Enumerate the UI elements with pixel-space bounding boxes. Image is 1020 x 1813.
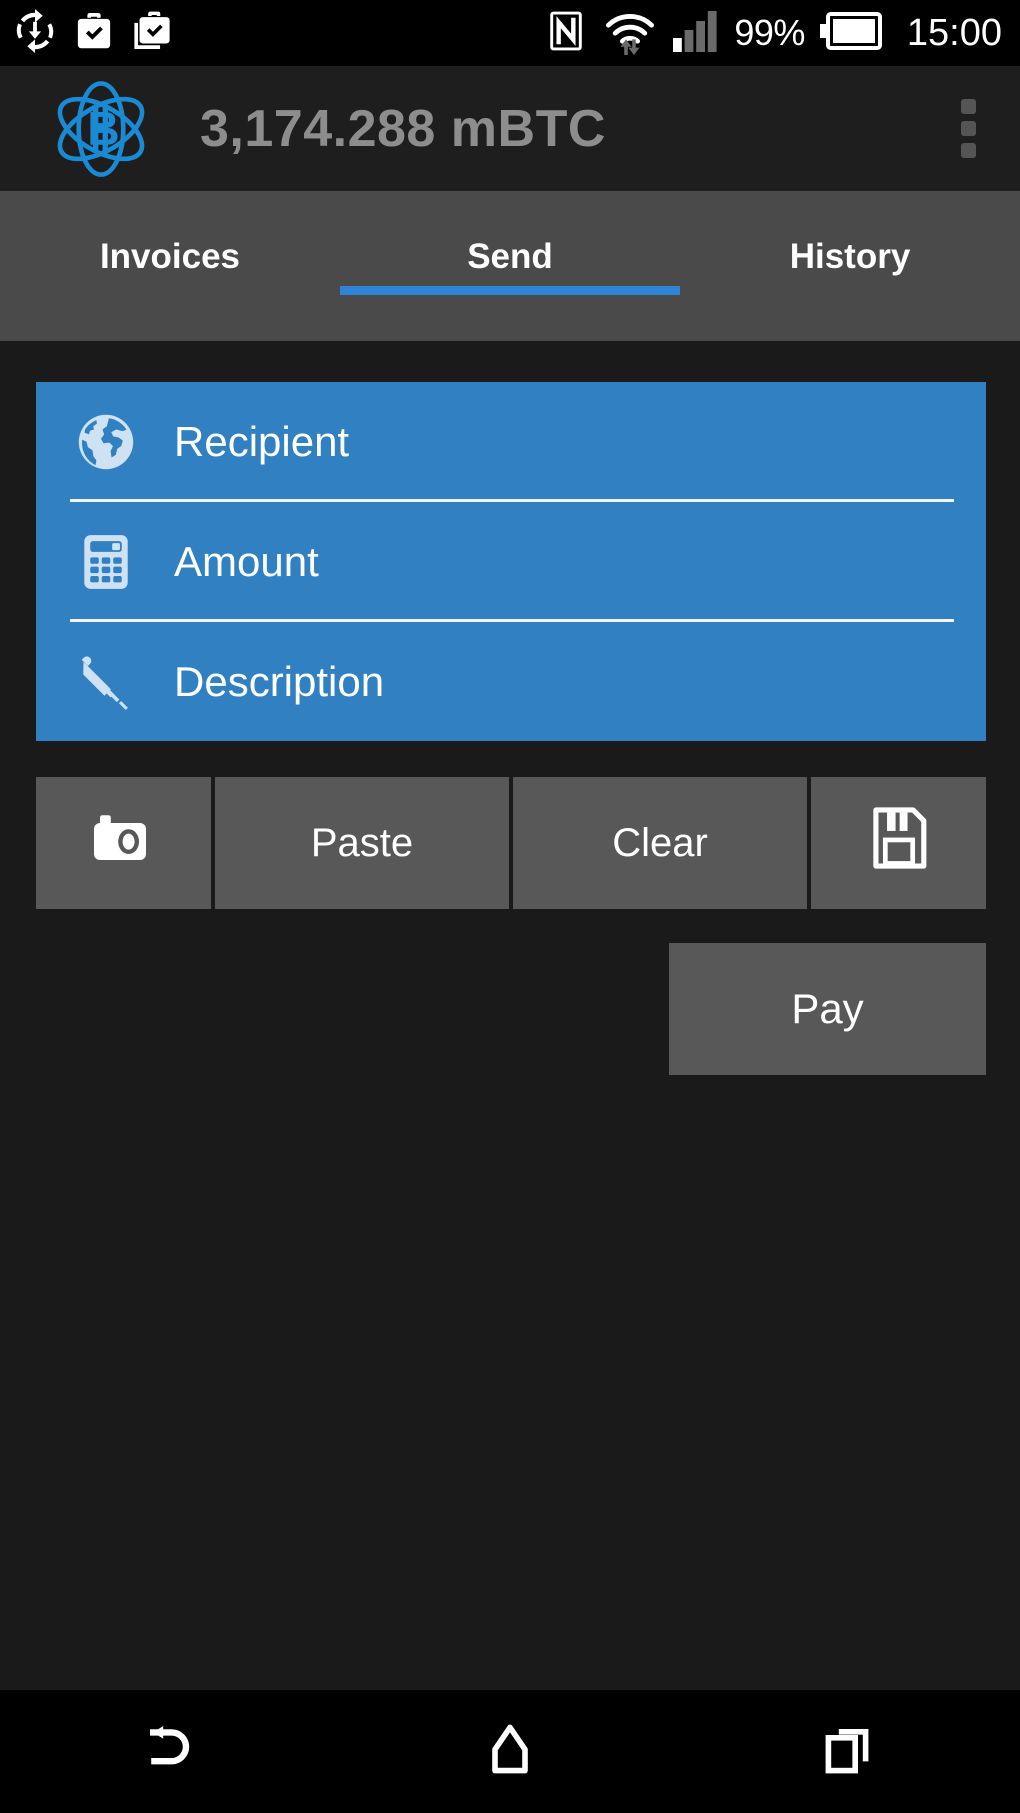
tab-send[interactable]: Send: [340, 191, 680, 341]
home-button[interactable]: [420, 1690, 600, 1813]
calculator-icon: [66, 531, 146, 593]
battery-percent-label: 99%: [734, 12, 805, 53]
battery-full-icon: [819, 11, 883, 56]
wifi-transfer-icon: [602, 6, 658, 61]
recipient-field-label: Recipient: [174, 418, 350, 465]
globe-icon: [66, 410, 146, 474]
nfc-icon: [544, 9, 588, 58]
system-nav-bar: [0, 1690, 1020, 1813]
tab-invoices-label: Invoices: [99, 237, 241, 276]
recents-button[interactable]: [760, 1690, 940, 1813]
recents-icon: [824, 1723, 876, 1780]
home-icon: [485, 1723, 535, 1780]
clear-button-label: Clear: [612, 820, 708, 865]
floppy-save-icon: [871, 807, 927, 879]
camera-icon: [92, 812, 156, 874]
tab-history-label: History: [789, 237, 911, 276]
paste-button[interactable]: Paste: [215, 777, 509, 909]
amount-field-row[interactable]: Amount: [36, 502, 986, 622]
briefcase-check-stack-icon: [130, 9, 174, 58]
overflow-menu-icon[interactable]: [955, 93, 982, 164]
app-bar: 3,174.288 mBTC: [0, 66, 1020, 191]
description-field-row[interactable]: Description: [36, 622, 986, 742]
scan-qr-button[interactable]: [36, 777, 211, 909]
tab-history[interactable]: History: [680, 191, 1020, 341]
back-button[interactable]: [80, 1690, 260, 1813]
electrum-atom-bitcoin-logo: [48, 76, 154, 182]
phone-screen: 99% 15:00 3,174.288 mBTC Invoices Send H…: [0, 0, 1020, 1813]
status-bar-clock: 15:00: [906, 11, 1002, 54]
tab-bar: Invoices Send History: [0, 191, 1020, 341]
status-bar: 99% 15:00: [0, 0, 1020, 66]
overflow-dot: [961, 121, 976, 136]
paste-button-label: Paste: [310, 820, 414, 865]
pay-button[interactable]: Pay: [669, 943, 986, 1075]
back-icon: [142, 1724, 198, 1779]
save-button[interactable]: [811, 777, 986, 909]
tab-invoices[interactable]: Invoices: [0, 191, 340, 341]
send-form-card: Recipient Amount Description: [36, 382, 986, 741]
sync-download-icon: [12, 8, 58, 59]
action-button-row: Paste Clear: [36, 777, 986, 909]
status-bar-right-icons: 99% 15:00: [544, 6, 1020, 61]
description-field-label: Description: [174, 658, 385, 705]
status-bar-left-icons: [0, 8, 174, 59]
clear-button[interactable]: Clear: [513, 777, 807, 909]
overflow-dot: [961, 143, 976, 158]
tab-send-label: Send: [467, 237, 553, 276]
briefcase-check-icon: [72, 9, 116, 58]
pen-icon: [66, 651, 146, 713]
recipient-field-row[interactable]: Recipient: [36, 382, 986, 502]
wallet-balance: 3,174.288 mBTC: [200, 99, 606, 158]
cellular-signal-icon: [672, 9, 720, 58]
overflow-dot: [961, 99, 976, 114]
amount-field-label: Amount: [174, 538, 319, 585]
pay-button-label: Pay: [791, 985, 864, 1032]
